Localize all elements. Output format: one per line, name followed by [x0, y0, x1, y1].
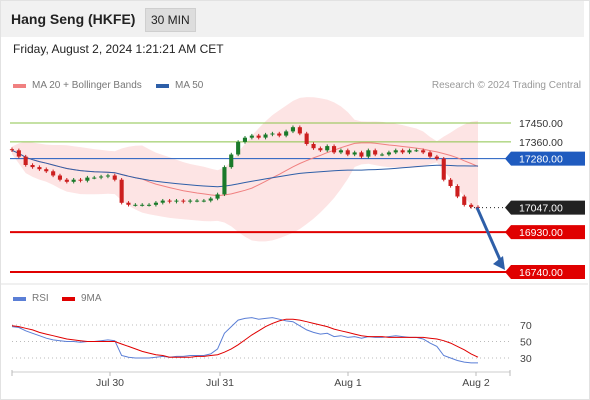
candle-body: [249, 135, 254, 138]
candle-body: [373, 150, 378, 155]
candle-body: [201, 200, 206, 202]
candle-body: [277, 133, 282, 136]
candle-body: [71, 179, 76, 182]
projection-arrow-line: [475, 206, 503, 263]
candle-body: [160, 200, 165, 203]
candle-body: [386, 152, 391, 155]
candle-body: [434, 156, 439, 159]
level-label-pivot: 17280.00: [519, 154, 563, 166]
candle-body: [428, 152, 433, 157]
candle-body: [345, 150, 350, 155]
candle-body: [352, 152, 357, 155]
candle-body: [256, 135, 261, 138]
level-label-support: 16930.00: [519, 227, 563, 239]
level-label-resistance: 17450.00: [519, 118, 563, 130]
candle-body: [297, 127, 302, 134]
candle-body: [30, 165, 35, 168]
candle-body: [469, 204, 474, 207]
candle-body: [236, 141, 241, 155]
x-tick-label: Aug 2: [462, 377, 490, 389]
candle-body: [195, 200, 200, 202]
rsi-level-label: 30: [520, 353, 532, 365]
candle-body: [167, 200, 172, 202]
candle-body: [448, 179, 453, 186]
candle-body: [421, 150, 426, 153]
candle-body: [380, 154, 385, 156]
candle-body: [208, 198, 213, 201]
candle-body: [112, 175, 117, 180]
level-label-support: 16740.00: [519, 267, 563, 279]
candle-body: [44, 169, 49, 172]
candle-body: [23, 156, 28, 165]
candle-body: [188, 200, 193, 202]
candle-body: [359, 152, 364, 157]
candle-body: [400, 150, 405, 153]
price-chart[interactable]: 17450.00 17360.00 17280.00 17047.00 16930.00…: [0, 0, 590, 400]
candle-body: [304, 133, 309, 144]
candle-body: [105, 175, 110, 177]
candle-body: [325, 146, 330, 151]
candle-body: [242, 137, 247, 142]
candle-body: [181, 200, 186, 202]
candle-body: [462, 196, 467, 205]
candle-body: [290, 127, 295, 132]
rsi-level-label: 70: [520, 320, 532, 332]
candle-body: [99, 176, 104, 178]
candle-body: [119, 179, 124, 203]
candle-body: [222, 167, 227, 195]
candle-body: [133, 204, 138, 206]
candle-body: [263, 134, 268, 138]
x-tick-label: Jul 31: [206, 377, 234, 389]
candle-body: [332, 146, 337, 153]
candle-body: [229, 154, 234, 168]
x-tick-label: Aug 1: [334, 377, 362, 389]
candle-body: [153, 202, 158, 205]
candle-body: [92, 177, 97, 179]
candle-body: [270, 133, 275, 135]
candle-body: [51, 171, 56, 176]
candle-body: [16, 150, 21, 157]
candle-body: [9, 149, 14, 151]
candle-body: [414, 150, 419, 152]
candle-body: [407, 150, 412, 153]
x-tick-label: Jul 30: [96, 377, 124, 389]
candle-body: [78, 179, 83, 181]
level-label-current: 17047.00: [519, 203, 563, 215]
candle-body: [64, 179, 69, 182]
candle-body: [441, 158, 446, 180]
candle-body: [284, 131, 289, 136]
candle-body: [37, 167, 42, 170]
candle-body: [318, 148, 323, 151]
bollinger-band: [12, 97, 478, 242]
candle-body: [366, 150, 371, 157]
candle-body: [215, 194, 220, 199]
rsi-level-label: 50: [520, 337, 532, 349]
candle-body: [455, 186, 460, 197]
candle-body: [85, 177, 90, 181]
candle-body: [174, 200, 179, 202]
candle-body: [126, 202, 131, 205]
candle-body: [57, 175, 62, 180]
candle-body: [311, 144, 316, 149]
candle-body: [393, 150, 398, 153]
candle-body: [338, 150, 343, 153]
candle-body: [140, 204, 145, 206]
candle-body: [147, 204, 152, 206]
level-label-resistance: 17360.00: [519, 137, 563, 149]
